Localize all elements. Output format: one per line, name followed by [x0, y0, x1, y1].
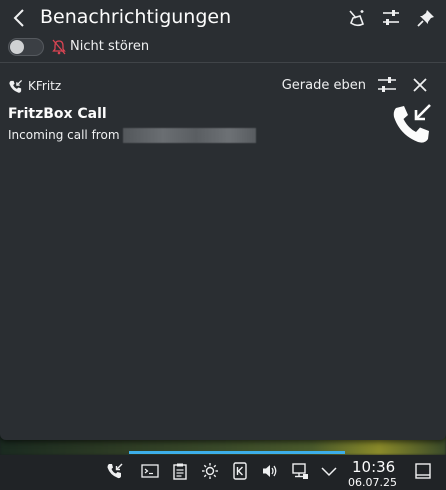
clipboard-icon[interactable] [171, 462, 189, 480]
brightness-icon[interactable] [201, 462, 219, 480]
volume-icon[interactable] [261, 462, 279, 480]
incoming-call-icon[interactable] [106, 462, 124, 480]
show-desktop-icon[interactable] [414, 462, 432, 480]
network-icon[interactable] [291, 462, 309, 480]
back-icon[interactable] [10, 6, 30, 30]
toggle-knob [10, 40, 24, 54]
incoming-call-icon [393, 104, 431, 143]
dnd-label[interactable]: Nicht stören [70, 39, 149, 55]
notification-title: FritzBox Call [8, 106, 107, 122]
kde-connect-icon[interactable] [231, 462, 249, 480]
terminal-icon[interactable] [141, 462, 159, 480]
notification-settings-icon[interactable] [376, 75, 398, 95]
notification-body: Incoming call from [8, 127, 256, 143]
clock-time[interactable]: 10:36 [352, 458, 395, 476]
notification-time: Gerade eben [281, 78, 366, 93]
notification-body-text: Incoming call from [8, 128, 120, 142]
incoming-call-icon [9, 79, 23, 93]
clear-all-icon[interactable] [345, 7, 367, 29]
chevron-down-icon[interactable] [320, 462, 338, 480]
notifications-popup: Benachrichtigungen Nicht stören KFritz G… [0, 0, 446, 440]
configure-icon[interactable] [380, 7, 402, 29]
dnd-toggle[interactable] [8, 38, 44, 56]
page-title: Benachrichtigungen [40, 6, 232, 28]
notification-app-name: KFritz [28, 79, 62, 93]
popup-header: Benachrichtigungen Nicht stören [0, 0, 446, 63]
pin-icon[interactable] [415, 7, 437, 29]
bell-muted-icon [52, 39, 66, 55]
close-icon[interactable] [410, 75, 430, 95]
notification-item[interactable]: KFritz Gerade eben FritzBox Call Incomin… [0, 70, 446, 160]
redacted-caller-number [122, 128, 256, 143]
clock-date[interactable]: 06.07.25 [348, 476, 397, 489]
active-popup-indicator [129, 451, 345, 454]
